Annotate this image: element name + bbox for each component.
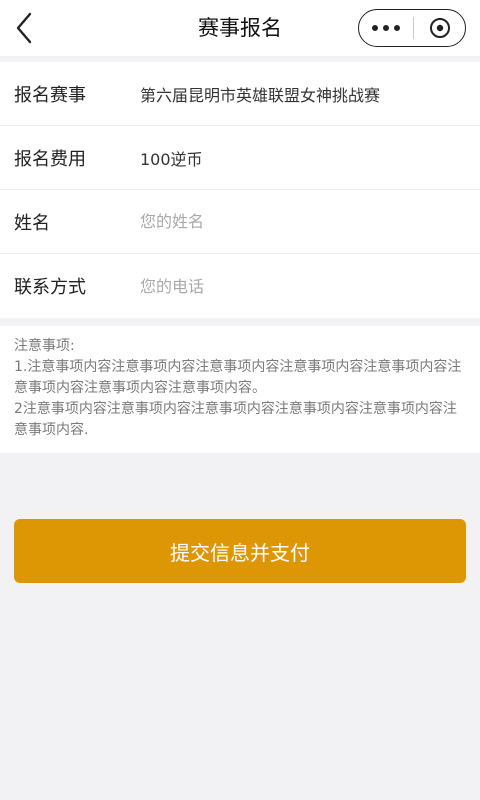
navigation-bar: 赛事报名 (0, 0, 480, 56)
submit-pay-button[interactable]: 提交信息并支付 (14, 519, 466, 583)
chevron-left-icon (16, 12, 32, 44)
phone-row: 联系方式 (0, 254, 480, 318)
name-input[interactable] (140, 212, 440, 231)
back-button[interactable] (8, 8, 48, 48)
notice-item-2: 2注意事项内容注意事项内容注意事项内容注意事项内容注意事项内容注意事项内容. (14, 401, 457, 438)
mini-program-capsule (358, 9, 466, 47)
name-label: 姓名 (14, 212, 50, 234)
more-dots-icon (372, 25, 378, 31)
fee-label: 报名费用 (14, 148, 86, 170)
submit-area: 提交信息并支付 (0, 453, 480, 583)
phone-input[interactable] (140, 276, 440, 296)
event-value: 第六届昆明市英雄联盟女神挑战赛 (140, 85, 381, 105)
event-row: 报名赛事 第六届昆明市英雄联盟女神挑战赛 (0, 62, 480, 126)
more-button[interactable] (359, 10, 413, 46)
notice-item-1: 1.注意事项内容注意事项内容注意事项内容注意事项内容注意事项内容注意事项内容注意… (14, 359, 462, 396)
fee-value: 100逆币 (140, 149, 203, 169)
target-close-icon (429, 18, 450, 38)
notice-title: 注意事项: (14, 338, 75, 354)
notice-section: 注意事项: 1.注意事项内容注意事项内容注意事项内容注意事项内容注意事项内容注意… (0, 326, 480, 453)
registration-form: 报名赛事 第六届昆明市英雄联盟女神挑战赛 报名费用 100逆币 姓名 联系方式 (0, 62, 480, 318)
close-button[interactable] (414, 10, 465, 46)
phone-label: 联系方式 (14, 277, 86, 298)
fee-row: 报名费用 100逆币 (0, 126, 480, 190)
name-row: 姓名 (0, 190, 480, 254)
event-label: 报名赛事 (14, 84, 86, 106)
